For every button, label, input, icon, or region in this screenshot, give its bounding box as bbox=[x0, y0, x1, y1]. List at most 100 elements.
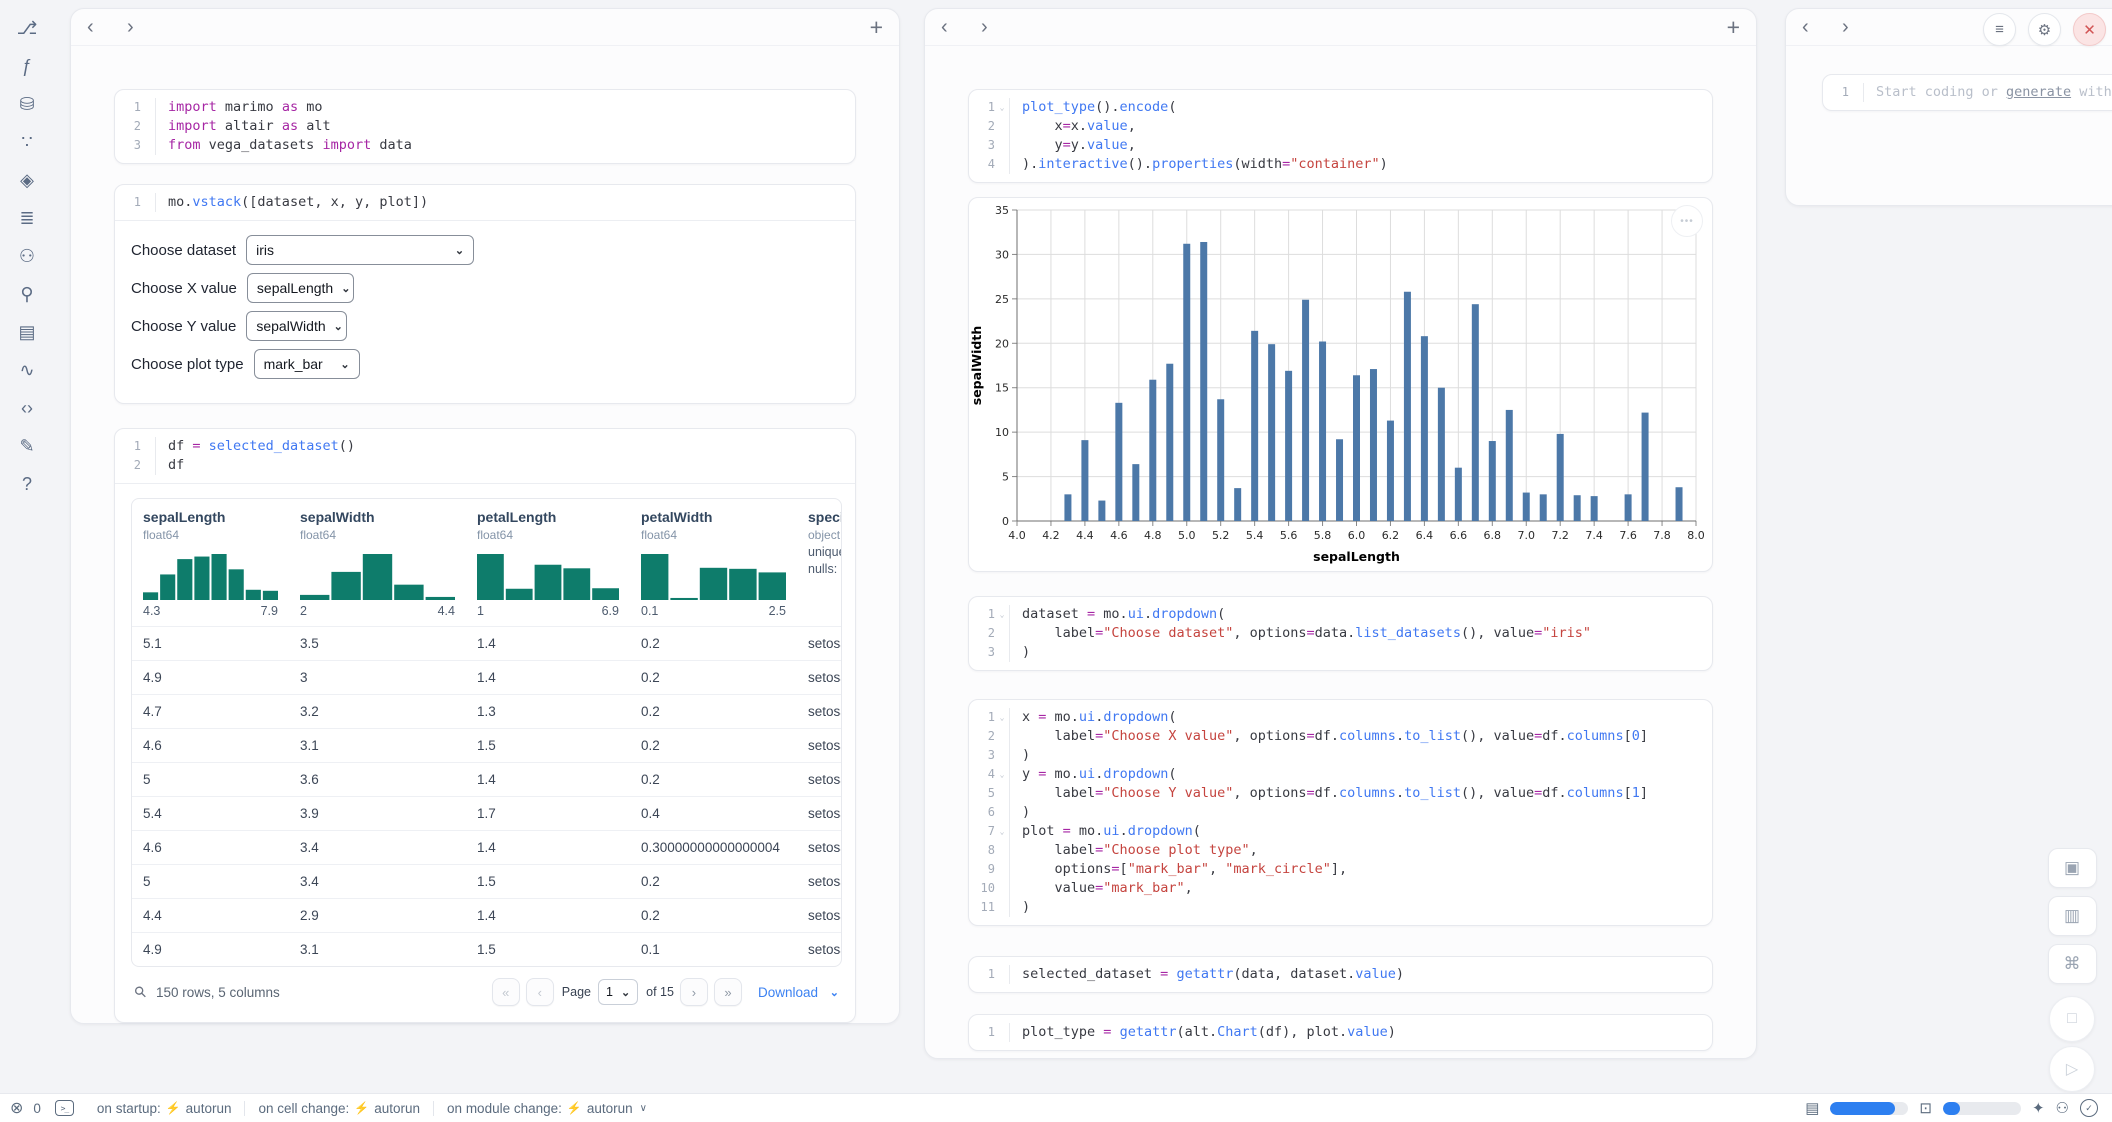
table-column-header[interactable]: sepalLengthfloat644.37.9 bbox=[132, 499, 289, 626]
code-editor[interactable]: 1plot_type = getattr(alt.Chart(df), plot… bbox=[969, 1015, 1712, 1050]
command-palette-icon[interactable]: ⌘ bbox=[2048, 944, 2097, 984]
table-cell: 5.1 bbox=[132, 636, 289, 651]
last-page-button[interactable]: » bbox=[714, 978, 742, 1006]
code-token: import bbox=[322, 137, 371, 153]
code-cell-xy-plot-dropdowns[interactable]: 1⌄x = mo.ui.dropdown(2 label="Choose X v… bbox=[968, 699, 1713, 926]
terminal-icon[interactable]: >_ bbox=[55, 1100, 74, 1116]
dropdown-select[interactable]: iris⌄ bbox=[246, 235, 474, 265]
chevron-left-icon[interactable]: ‹ bbox=[87, 16, 127, 39]
code-text: y = mo.ui.dropdown( bbox=[1010, 765, 1177, 784]
code-editor[interactable]: 1mo.vstack([dataset, x, y, plot]) bbox=[115, 185, 855, 221]
bar-chart[interactable]: 4.04.24.44.64.85.05.25.45.65.86.06.26.46… bbox=[969, 198, 1712, 569]
table-column-header[interactable]: sepalWidthfloat6424.4 bbox=[289, 499, 466, 626]
add-cell-icon[interactable]: + bbox=[1727, 14, 1740, 41]
assistant-icon[interactable]: ⚇ bbox=[2056, 1099, 2069, 1117]
code-token: (df), plot. bbox=[1258, 1024, 1347, 1040]
notebook-icon[interactable]: ✎ bbox=[15, 434, 39, 458]
code-token: y bbox=[1022, 137, 1063, 153]
code-token: columns bbox=[1567, 728, 1624, 744]
code-cell-dataset-dropdown[interactable]: 1⌄dataset = mo.ui.dropdown(2 label="Choo… bbox=[968, 596, 1713, 671]
code-token: ([dataset, x, y, plot]) bbox=[241, 194, 428, 210]
scratchpad-icon[interactable]: ‹› bbox=[15, 396, 39, 420]
prev-page-button[interactable]: ‹ bbox=[526, 978, 554, 1006]
empty-code-cell[interactable]: 1Start coding or generate with bbox=[1822, 74, 2112, 111]
close-icon[interactable]: ✕ bbox=[2073, 13, 2106, 46]
code-token: ], bbox=[1331, 861, 1347, 877]
datasources-icon[interactable]: ⛁ bbox=[15, 92, 39, 116]
chevron-left-icon[interactable]: ‹ bbox=[941, 16, 981, 39]
tracing-icon[interactable]: ∿ bbox=[15, 358, 39, 382]
function-icon[interactable]: ƒ bbox=[15, 54, 39, 78]
svg-text:30: 30 bbox=[995, 248, 1009, 261]
snippets-icon[interactable]: ⚲ bbox=[15, 282, 39, 306]
chevron-right-icon[interactable]: › bbox=[981, 16, 1021, 39]
sparkles-icon[interactable]: ✦ bbox=[2032, 1099, 2045, 1117]
stop-icon[interactable]: □ bbox=[2049, 996, 2095, 1042]
code-line: 1df = selected_dataset() bbox=[115, 437, 855, 456]
code-token: y. bbox=[1071, 137, 1087, 153]
status-left: ⊗ 0 >_ on startup:⚡autorunon cell change… bbox=[0, 1098, 660, 1118]
table-cell: 1.3 bbox=[466, 704, 630, 719]
code-editor[interactable]: 1Start coding or generate with bbox=[1823, 75, 2112, 110]
logs-icon[interactable]: ≣ bbox=[15, 206, 39, 230]
chevron-right-icon[interactable]: › bbox=[127, 16, 167, 39]
errors-icon[interactable]: ⊗ bbox=[10, 1098, 23, 1118]
autorun-toggle[interactable]: on module change:⚡autorun∨ bbox=[433, 1101, 660, 1116]
autorun-label: on startup: bbox=[97, 1101, 161, 1116]
chevron-right-icon[interactable]: › bbox=[1842, 16, 1882, 39]
layout-icon[interactable]: ▥ bbox=[2048, 896, 2097, 936]
svg-text:4.2: 4.2 bbox=[1042, 529, 1060, 542]
code-editor[interactable]: 1df = selected_dataset()2df bbox=[115, 429, 855, 484]
download-button[interactable]: Download ⌄ bbox=[758, 985, 839, 1000]
svg-text:5.8: 5.8 bbox=[1314, 529, 1332, 542]
search-icon[interactable]: ⚲ bbox=[130, 982, 151, 1003]
code-text: options=["mark_bar", "mark_circle"], bbox=[1010, 860, 1347, 879]
fold-icon: ⌄ bbox=[995, 708, 1010, 727]
menu-icon[interactable]: ≡ bbox=[1983, 13, 2016, 46]
file-explorer-icon[interactable]: ⎇ bbox=[15, 16, 39, 40]
code-cell-dataframe[interactable]: 1df = selected_dataset()2df sepalLengthf… bbox=[114, 428, 856, 1023]
code-editor[interactable]: 1selected_dataset = getattr(data, datase… bbox=[969, 957, 1712, 992]
autorun-toggle[interactable]: on cell change:⚡autorun bbox=[244, 1101, 433, 1116]
gear-icon[interactable]: ⚙ bbox=[2028, 13, 2061, 46]
code-token: dropdown bbox=[1128, 823, 1193, 839]
code-editor[interactable]: 1import marimo as mo2import altair as al… bbox=[115, 90, 855, 163]
code-cell-plot-type[interactable]: 1plot_type = getattr(alt.Chart(df), plot… bbox=[968, 1014, 1713, 1051]
code-token: "mark_circle" bbox=[1225, 861, 1331, 877]
table-column-header[interactable]: petalWidthfloat640.12.5 bbox=[630, 499, 797, 626]
code-token: data bbox=[371, 137, 412, 153]
column-histogram bbox=[143, 554, 278, 600]
code-token: . bbox=[1120, 823, 1128, 839]
gutter bbox=[995, 879, 1010, 898]
table-column-header[interactable]: speciesobjectunique:nulls: bbox=[797, 499, 842, 626]
dropdown-select[interactable]: sepalLength⌄ bbox=[247, 273, 354, 303]
code-token: (data, dataset. bbox=[1233, 966, 1355, 982]
code-editor[interactable]: 1⌄plot_type().encode(2 x=x.value,3 y=y.v… bbox=[969, 90, 1712, 182]
code-cell-selected-dataset[interactable]: 1selected_dataset = getattr(data, datase… bbox=[968, 956, 1713, 993]
code-token: x bbox=[1022, 118, 1063, 134]
chevron-left-icon[interactable]: ‹ bbox=[1802, 16, 1842, 39]
dropdown-select[interactable]: sepalWidth⌄ bbox=[246, 311, 347, 341]
add-cell-icon[interactable]: + bbox=[870, 14, 883, 41]
save-icon[interactable]: ▣ bbox=[2048, 848, 2097, 888]
first-page-button[interactable]: « bbox=[492, 978, 520, 1006]
next-page-button[interactable]: › bbox=[680, 978, 708, 1006]
chart-menu-button[interactable]: ••• bbox=[1671, 205, 1703, 237]
table-column-header[interactable]: petalLengthfloat6416.9 bbox=[466, 499, 630, 626]
dropdown-select[interactable]: mark_bar⌄ bbox=[254, 349, 360, 379]
run-icon[interactable]: ▷ bbox=[2049, 1046, 2095, 1092]
chat-icon[interactable]: ⚇ bbox=[15, 244, 39, 268]
autorun-toggle[interactable]: on startup:⚡autorun bbox=[84, 1101, 245, 1116]
dependency-graph-icon[interactable]: ∵ bbox=[15, 130, 39, 154]
table-cell: 1.4 bbox=[466, 772, 630, 787]
page-select[interactable]: 1 ⌄ bbox=[598, 979, 638, 1005]
code-cell-vstack[interactable]: 1mo.vstack([dataset, x, y, plot]) Choose… bbox=[114, 184, 856, 404]
code-cell-plot-encode[interactable]: 1⌄plot_type().encode(2 x=x.value,3 y=y.v… bbox=[968, 89, 1713, 183]
documentation-icon[interactable]: ▤ bbox=[15, 320, 39, 344]
code-line: 2 label="Choose dataset", options=data.l… bbox=[969, 624, 1712, 643]
packages-icon[interactable]: ◈ bbox=[15, 168, 39, 192]
code-editor[interactable]: 1⌄dataset = mo.ui.dropdown(2 label="Choo… bbox=[969, 597, 1712, 670]
help-icon[interactable]: ? bbox=[15, 472, 39, 496]
code-cell-imports[interactable]: 1import marimo as mo2import altair as al… bbox=[114, 89, 856, 164]
code-editor[interactable]: 1⌄x = mo.ui.dropdown(2 label="Choose X v… bbox=[969, 700, 1712, 925]
